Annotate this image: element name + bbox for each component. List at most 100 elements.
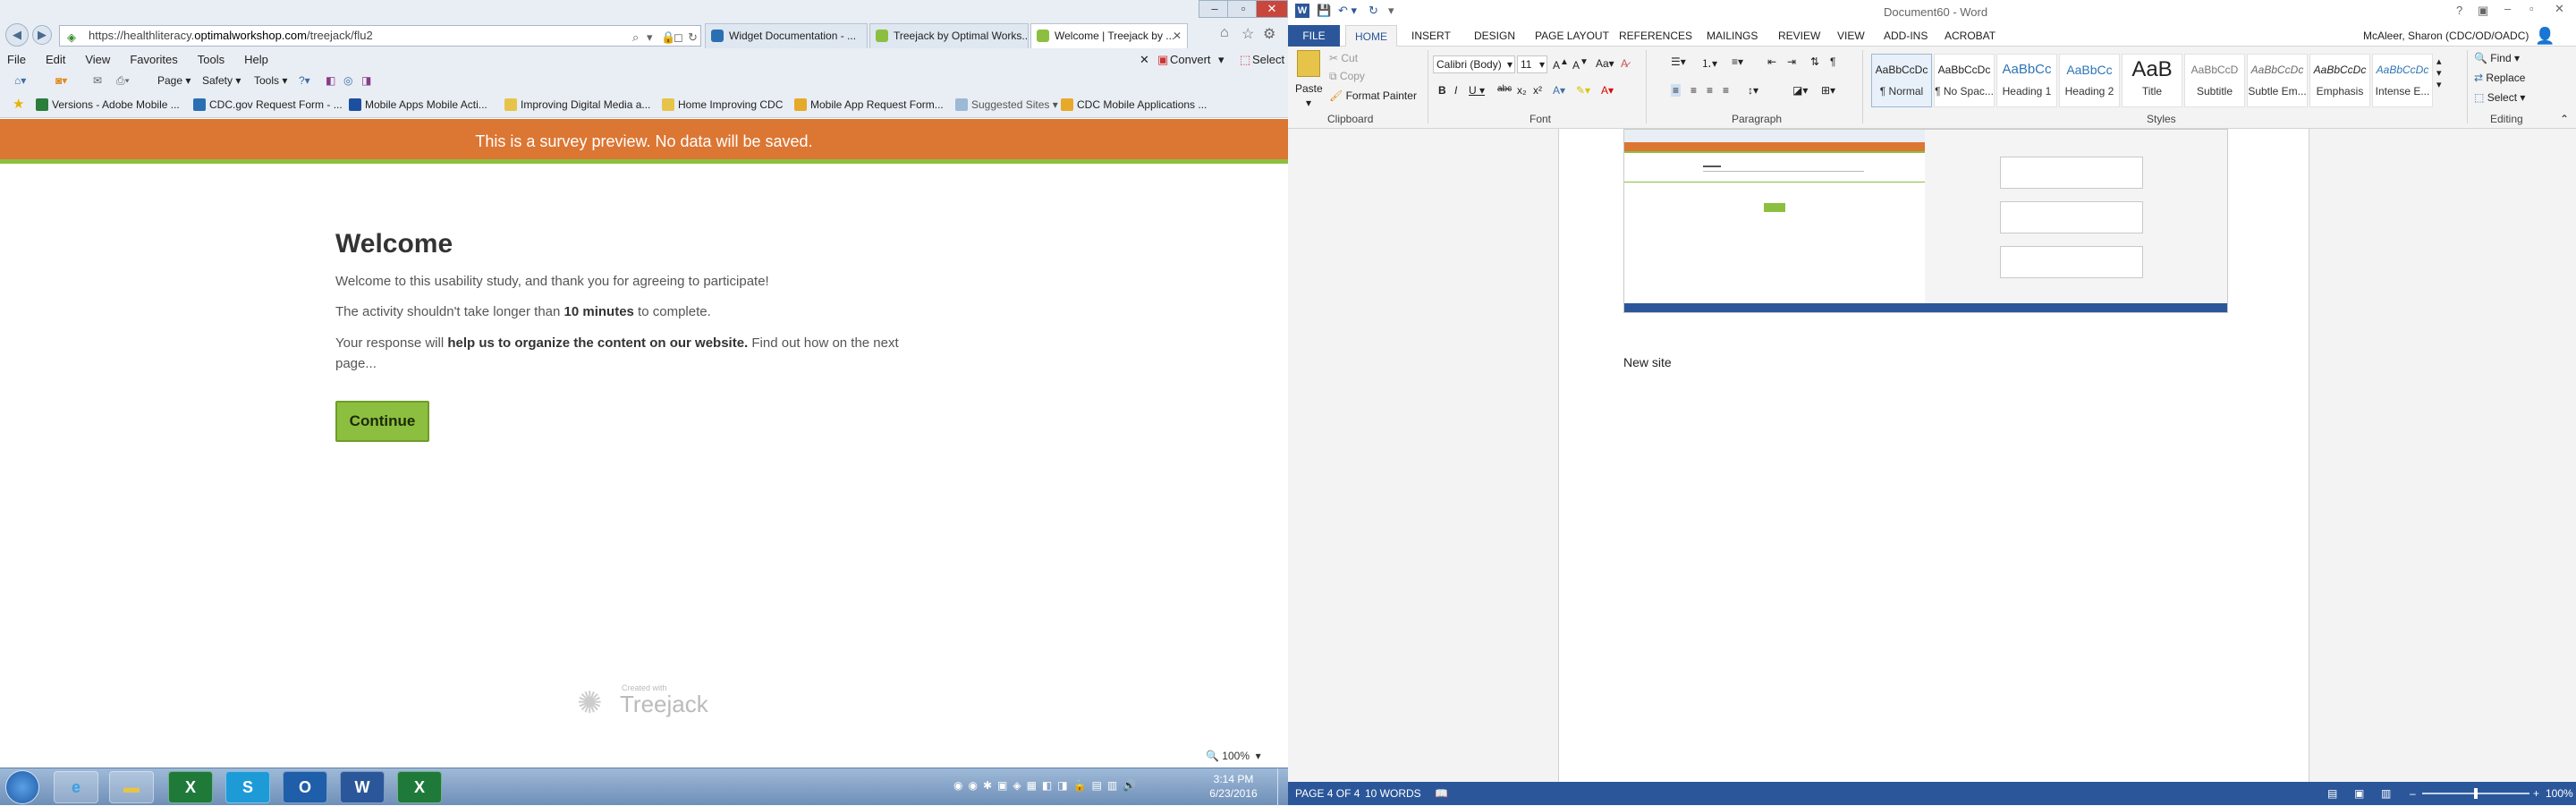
zoom-slider-handle[interactable] [2474, 788, 2478, 799]
grow-font-icon[interactable]: A▲ [1553, 57, 1569, 72]
paste-icon[interactable] [1297, 50, 1320, 77]
zoom-control[interactable]: 🔍 100% ▾ [1206, 750, 1261, 762]
convert-dropdown-icon[interactable]: ▾ [1218, 50, 1224, 70]
style-heading-2[interactable]: AaBbCc Heading 2 [2059, 54, 2120, 107]
find-button[interactable]: 🔍 Find ▾ [2474, 52, 2520, 64]
style-subtitle[interactable]: AaBbCcD Subtitle [2184, 54, 2245, 107]
tab-design[interactable]: DESIGN [1474, 25, 1515, 47]
word-taskbar-icon[interactable]: W [340, 771, 385, 803]
back-icon[interactable]: ◀ [5, 23, 29, 47]
close-tab-icon[interactable]: ✕ [1173, 24, 1182, 47]
close-window-icon[interactable]: ✕ [2555, 2, 2564, 16]
favorite-link[interactable]: Mobile Apps Mobile Acti... [347, 93, 487, 116]
bullets-icon[interactable]: ☰▾ [1671, 55, 1686, 68]
shrink-font-icon[interactable]: A▼ [1572, 57, 1589, 72]
menu-help[interactable]: Help [244, 53, 268, 66]
style-intense-emphasis[interactable]: AaBbCcDc Intense E... [2372, 54, 2433, 107]
onenote-icon[interactable]: ◧ [326, 70, 335, 91]
menu-view[interactable]: View [85, 53, 110, 66]
paste-button[interactable]: Paste [1295, 82, 1323, 95]
refresh-icon[interactable]: ↻ [688, 28, 698, 46]
feeds-icon[interactable]: ◙▾ [55, 70, 67, 91]
convert-button[interactable]: Convert [1170, 50, 1211, 70]
justify-icon[interactable]: ≡ [1723, 84, 1729, 97]
print-layout-icon[interactable]: ▣ [2354, 782, 2364, 805]
multilevel-list-icon[interactable]: ≡▾ [1732, 55, 1743, 68]
tools-menu-button[interactable]: Tools ▾ [254, 70, 287, 91]
convert-icon[interactable]: ▣ [1157, 50, 1168, 70]
safety-menu-button[interactable]: Safety ▾ [202, 70, 241, 91]
web-layout-icon[interactable]: ▥ [2381, 782, 2391, 805]
copy-button[interactable]: ⧉ Copy [1329, 70, 1365, 83]
zoom-out-icon[interactable]: – [2410, 782, 2416, 805]
research-icon[interactable]: ◎ [343, 70, 352, 91]
text-effects-icon[interactable]: A▾ [1553, 84, 1565, 97]
certificate-icon[interactable]: ◻ [674, 28, 683, 46]
tab-view[interactable]: VIEW [1837, 25, 1865, 47]
tab-home[interactable]: HOME [1345, 25, 1397, 47]
sort-icon[interactable]: ⇅ [1810, 55, 1819, 68]
numbering-icon[interactable]: ⒈▾ [1701, 55, 1717, 71]
bold-icon[interactable]: B [1438, 84, 1446, 97]
clear-format-icon[interactable]: A̷ [1621, 57, 1628, 70]
document-page[interactable]: New site [1558, 129, 2309, 782]
start-button[interactable] [5, 770, 39, 804]
redo-icon[interactable]: ↻ [1368, 4, 1378, 18]
word-count[interactable]: 10 WORDS [1365, 782, 1421, 805]
collapse-ribbon-icon[interactable]: ⌃ [2560, 113, 2569, 125]
underline-icon[interactable]: U ▾ [1469, 84, 1485, 97]
increase-indent-icon[interactable]: ⇥ [1787, 55, 1796, 68]
align-center-icon[interactable]: ≡ [1690, 84, 1697, 97]
shading-icon[interactable]: ◪▾ [1792, 84, 1808, 97]
tab-file[interactable]: FILE [1288, 25, 1340, 47]
strikethrough-icon[interactable]: abc [1497, 84, 1512, 94]
forward-icon[interactable]: ▶ [32, 25, 52, 45]
select-icon[interactable]: ⬚ [1240, 50, 1250, 70]
tab-page-layout[interactable]: PAGE LAYOUT [1535, 25, 1609, 47]
read-mode-icon[interactable]: ▤ [2327, 782, 2337, 805]
favorite-link[interactable]: Improving Digital Media a... [503, 93, 650, 116]
style-emphasis[interactable]: AaBbCcDc Emphasis [2309, 54, 2370, 107]
translate-icon[interactable]: ◨ [361, 70, 371, 91]
align-right-icon[interactable]: ≡ [1707, 84, 1713, 97]
zoom-in-icon[interactable]: + [2533, 782, 2539, 805]
close-bar-icon[interactable]: ✕ [1140, 50, 1149, 70]
superscript-icon[interactable]: x² [1533, 84, 1542, 97]
zoom-level[interactable]: 100% [2546, 782, 2573, 805]
favorite-link[interactable]: CDC Mobile Applications ... [1059, 93, 1207, 116]
home-cmd-icon[interactable]: ⌂▾ [14, 70, 26, 91]
style-normal[interactable]: AaBbCcDc ¶ Normal [1871, 54, 1932, 107]
save-icon[interactable]: 💾 [1317, 4, 1331, 18]
format-painter-button[interactable]: 🖌 Format Painter [1329, 89, 1417, 102]
favorites-star-icon[interactable]: ★ [13, 93, 24, 116]
show-marks-icon[interactable]: ¶ [1830, 55, 1835, 68]
user-avatar-icon[interactable]: 👤 [2535, 25, 2555, 47]
decrease-indent-icon[interactable]: ⇤ [1767, 55, 1776, 68]
style-no-spacing[interactable]: AaBbCcDc ¶ No Spac... [1934, 54, 1995, 107]
embedded-screenshot[interactable] [1623, 129, 2228, 313]
dropdown-icon[interactable]: ▾ [647, 28, 653, 46]
highlight-icon[interactable]: ✎▾ [1576, 84, 1590, 97]
excel-taskbar-icon[interactable]: X [168, 771, 213, 803]
font-color-icon[interactable]: A▾ [1601, 84, 1614, 97]
favorite-link[interactable]: Home Improving CDC [660, 93, 783, 116]
menu-edit[interactable]: Edit [46, 53, 65, 66]
help-icon[interactable]: ?▾ [299, 70, 310, 91]
restore-icon[interactable]: ▫ [2529, 2, 2534, 15]
tab-treejack[interactable]: Treejack by Optimal Works... [869, 23, 1029, 48]
subscript-icon[interactable]: x₂ [1517, 84, 1527, 97]
tab-add-ins[interactable]: ADD-INS [1884, 25, 1928, 47]
undo-icon[interactable]: ↶ ▾ [1338, 4, 1357, 18]
skype-taskbar-icon[interactable]: S [225, 771, 270, 803]
address-bar[interactable]: ◈ https://healthliteracy.optimalworkshop… [59, 25, 701, 47]
tab-references[interactable]: REFERENCES [1619, 25, 1692, 47]
paste-dropdown-icon[interactable]: ▾ [1306, 97, 1311, 109]
excel-taskbar-icon[interactable]: X [397, 771, 442, 803]
minimize-icon[interactable]: – [2504, 2, 2511, 15]
show-desktop-button[interactable] [1277, 768, 1288, 806]
line-spacing-icon[interactable]: ↕▾ [1748, 84, 1758, 97]
change-case-icon[interactable]: Aa▾ [1596, 57, 1614, 70]
proofing-icon[interactable]: 📖 [1435, 782, 1448, 805]
tab-mailings[interactable]: MAILINGS [1707, 25, 1758, 47]
tab-acrobat[interactable]: ACROBAT [1945, 25, 1996, 47]
